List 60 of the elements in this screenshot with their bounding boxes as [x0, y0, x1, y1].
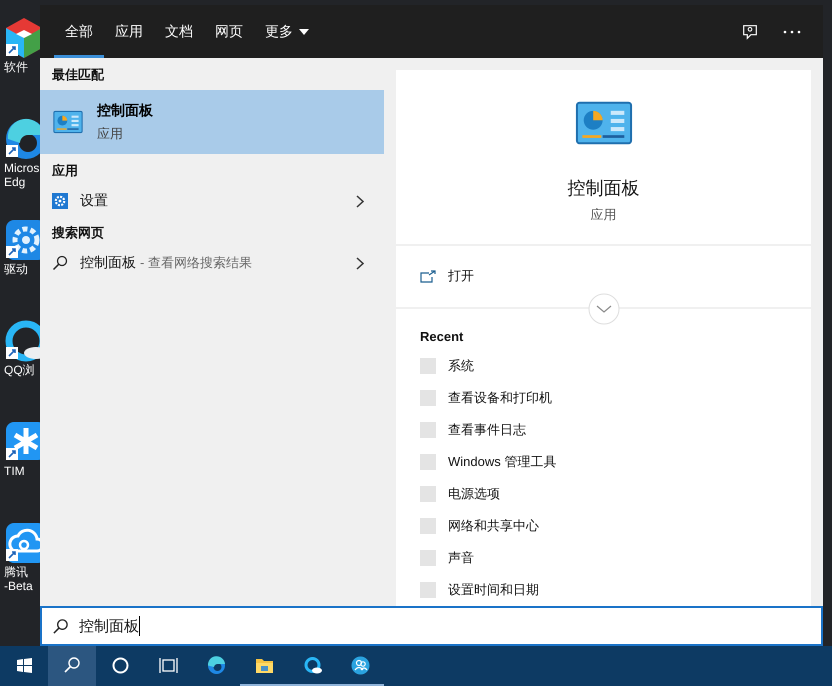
- windows-logo-icon: [14, 656, 34, 674]
- circle-icon: [110, 656, 130, 674]
- section-heading: 搜索网页: [50, 224, 105, 242]
- search-icon: [62, 656, 82, 674]
- tab[interactable]: 全部: [54, 8, 104, 58]
- ring-icon: [302, 656, 322, 674]
- tab[interactable]: 文档: [154, 8, 204, 58]
- cube-icon[interactable]: [4, 16, 40, 60]
- result-item[interactable]: 控制面板 应用: [40, 90, 384, 154]
- search-field[interactable]: 控制面板: [40, 606, 823, 646]
- icon-label: 软件: [3, 60, 28, 74]
- search-icon: [52, 255, 68, 271]
- result-title: 控制面板: [97, 102, 153, 120]
- icon-label: Micros: [3, 161, 40, 175]
- recent-item[interactable]: 查看设备和打印机: [420, 382, 787, 414]
- icon-label: QQ浏: [3, 363, 35, 377]
- section-heading: 最佳匹配: [51, 66, 106, 84]
- recent-item[interactable]: 设置时间和日期: [420, 574, 787, 606]
- feedback-icon[interactable]: [741, 22, 759, 40]
- swirl-icon: [206, 656, 226, 674]
- result-item[interactable]: 设置: [40, 186, 384, 216]
- icon-label: 驱动: [3, 262, 28, 276]
- icon-label: Edg: [3, 175, 26, 189]
- ring-icon[interactable]: [4, 319, 40, 363]
- preview-title: 控制面板: [568, 177, 640, 200]
- recent-item[interactable]: 系统: [420, 350, 787, 382]
- section-heading: 应用: [50, 162, 79, 180]
- recent-item[interactable]: 查看事件日志: [420, 414, 787, 446]
- result-type: 应用: [97, 124, 124, 142]
- recent-item[interactable]: 电源选项: [420, 478, 787, 510]
- chevron-right-icon: [356, 194, 364, 208]
- recent-item[interactable]: 声音: [420, 542, 787, 574]
- caret-icon: [299, 28, 309, 34]
- result-item[interactable]: 控制面板 - 查看网络搜索结果: [40, 248, 384, 278]
- icon-label: TIM: [3, 464, 25, 478]
- cloud-icon[interactable]: [4, 521, 40, 565]
- gear-icon: [52, 193, 68, 209]
- search-icon: [52, 618, 69, 634]
- result-hint: - 查看网络搜索结果: [140, 254, 252, 272]
- open-button[interactable]: 打开: [420, 267, 474, 286]
- control-panel-icon: [53, 110, 83, 134]
- result-title: 设置: [80, 192, 108, 210]
- recent-heading: Recent: [420, 329, 464, 344]
- more-icon[interactable]: [783, 30, 801, 34]
- preview-type: 应用: [590, 206, 616, 224]
- icon-label: 腾讯: [3, 565, 28, 579]
- tab[interactable]: 更多: [254, 8, 320, 58]
- chevron-right-icon: [356, 256, 364, 270]
- tab[interactable]: 网页: [204, 8, 254, 58]
- icon-label: -Beta: [3, 579, 33, 593]
- control-panel-icon: [574, 100, 632, 146]
- taskbar-button[interactable]: [48, 646, 96, 686]
- recent-item[interactable]: Windows 管理工具: [420, 446, 787, 478]
- gear-icon[interactable]: [4, 218, 40, 262]
- open-external-icon: [420, 270, 436, 283]
- tab[interactable]: 应用: [104, 8, 154, 58]
- task-view-icon: [158, 656, 178, 674]
- recent-item[interactable]: 网络和共享中心: [420, 510, 787, 542]
- result-title: 控制面板: [80, 254, 136, 272]
- people-icon: [350, 656, 370, 674]
